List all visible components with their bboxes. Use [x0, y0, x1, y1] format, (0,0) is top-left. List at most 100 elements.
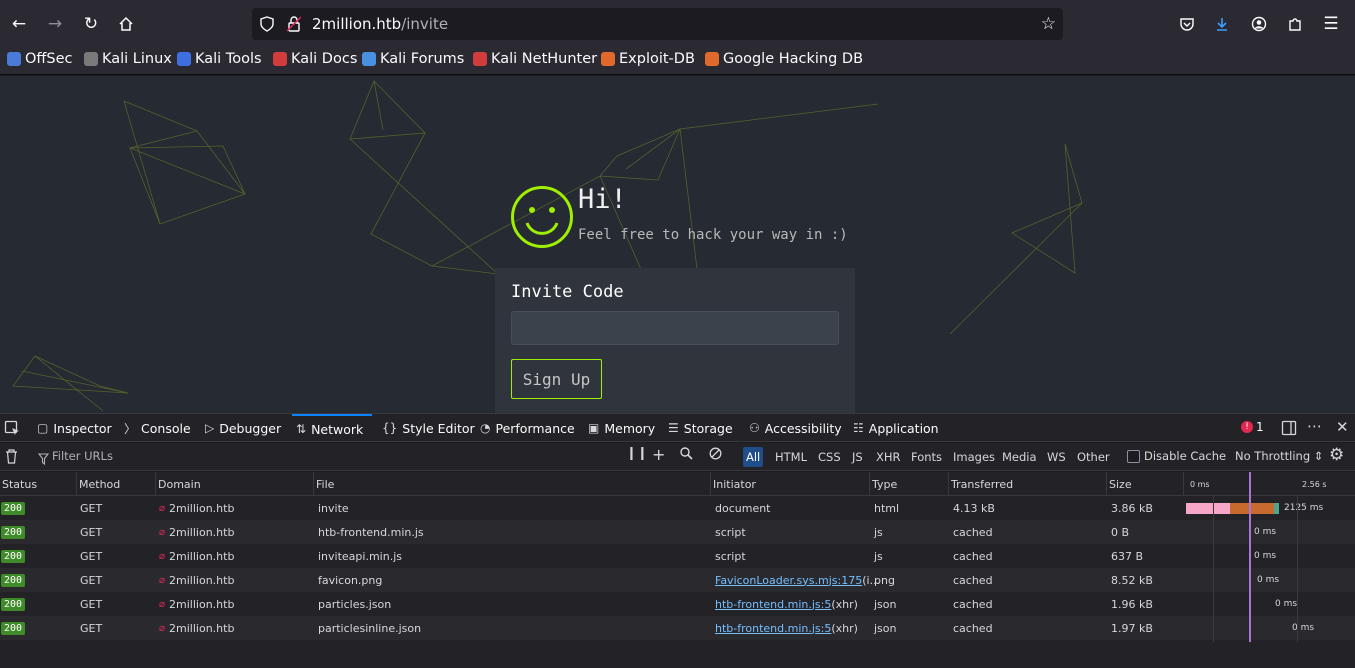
type-filter-xhr[interactable]: XHR	[873, 447, 904, 467]
column-header-method[interactable]: Method	[76, 472, 155, 496]
file-cell: particles.json	[318, 597, 392, 611]
block-icon[interactable]	[709, 447, 722, 463]
account-icon[interactable]	[1247, 12, 1271, 36]
tab-memory[interactable]: ▣ Memory	[584, 414, 660, 442]
tab-label: Memory	[604, 420, 656, 436]
tab-console[interactable]: 〉 Console	[120, 414, 195, 442]
download-icon[interactable]	[1210, 12, 1234, 36]
tab-debugger[interactable]: ▷ Debugger	[201, 414, 288, 442]
type-filter-media[interactable]: Media	[999, 447, 1040, 467]
bookmark-item[interactable]: Kali Docs	[273, 51, 357, 67]
settings-gear-icon[interactable]: ⚙	[1329, 445, 1344, 465]
kali-docs-icon	[273, 52, 287, 66]
shield-icon[interactable]	[260, 16, 274, 36]
transferred-cell: cached	[953, 549, 993, 563]
column-header-file[interactable]: File	[313, 472, 710, 496]
initiator-cell[interactable]: FaviconLoader.sys.mjs:175 (i...	[715, 568, 880, 592]
type-filter-fonts[interactable]: Fonts	[908, 447, 945, 467]
tab-storage[interactable]: ☰ Storage	[664, 414, 738, 442]
initiator-cell: script	[715, 544, 746, 568]
transferred-cell: cached	[953, 525, 993, 539]
transferred-cell: cached	[953, 621, 993, 635]
table-row[interactable]: 200 GET ⌀ 2million.htb favicon.png FaviconLoa…	[0, 568, 1355, 592]
type-filter-js[interactable]: JS	[849, 447, 866, 467]
search-icon[interactable]	[680, 447, 693, 463]
pocket-icon[interactable]	[1175, 12, 1199, 36]
kali-tools-icon	[177, 52, 191, 66]
bookmark-item[interactable]: Kali NetHunter	[473, 51, 597, 67]
type-filter-ws[interactable]: WS	[1044, 447, 1069, 467]
file-cell: htb-frontend.min.js	[318, 525, 424, 539]
tab-performance[interactable]: ◔ Performance	[476, 414, 580, 442]
trash-icon[interactable]	[5, 449, 18, 468]
throttling-select[interactable]: No Throttling ⇕	[1235, 449, 1323, 463]
insecure-lock-icon: ⌀	[159, 526, 166, 538]
column-header-type[interactable]: Type	[869, 472, 948, 496]
url-bar[interactable]: 2million.htb/invite ☆	[252, 8, 1063, 40]
bookmark-item[interactable]: Kali Tools	[177, 51, 262, 67]
tab-application[interactable]: ☷ Application	[849, 414, 941, 442]
initiator-link[interactable]: htb-frontend.min.js:5	[715, 598, 831, 611]
table-row[interactable]: 200 GET ⌀ 2million.htb htb-frontend.min.js sc…	[0, 520, 1355, 544]
home-icon[interactable]	[114, 12, 138, 36]
back-arrow-icon[interactable]: ←	[7, 12, 31, 36]
close-devtools-icon[interactable]: ✕	[1336, 418, 1349, 436]
browser-toolbar: ← → ↻ 2million.htb/invite ☆ ☰	[0, 0, 1355, 48]
waterfall-timing: 0 ms	[1254, 551, 1277, 561]
tab-label: Inspector	[53, 420, 112, 436]
invite-code-input[interactable]	[511, 311, 839, 345]
dock-icon[interactable]	[1281, 420, 1297, 440]
table-row[interactable]: 200 GET ⌀ 2million.htb particlesinline.json h…	[0, 616, 1355, 640]
bookmark-item[interactable]: Kali Linux	[84, 51, 172, 67]
column-header-size[interactable]: Size	[1106, 472, 1183, 496]
initiator-cell[interactable]: htb-frontend.min.js:5 (xhr)	[715, 616, 858, 640]
menu-icon[interactable]: ☰	[1319, 12, 1343, 36]
column-header-initiator[interactable]: Initiator	[710, 472, 869, 496]
tab-style-editor[interactable]: {} Style Editor	[378, 414, 476, 442]
reload-icon[interactable]: ↻	[79, 12, 103, 36]
type-filter-all[interactable]: All	[743, 447, 764, 467]
disable-cache-checkbox[interactable]	[1127, 450, 1140, 463]
column-header-domain[interactable]: Domain	[155, 472, 313, 496]
table-row[interactable]: 200 GET ⌀ 2million.htb inviteapi.min.js scrip…	[0, 544, 1355, 568]
domain-text: 2million.htb	[169, 549, 235, 563]
bookmark-star-icon[interactable]: ☆	[1041, 14, 1056, 34]
pause-icon[interactable]: ❙❙	[626, 446, 648, 461]
filter-urls-input[interactable]: Filter URLs	[52, 449, 113, 463]
initiator-link[interactable]: htb-frontend.min.js:5	[715, 622, 831, 635]
type-filter-css[interactable]: CSS	[815, 447, 844, 467]
bookmark-label: Kali NetHunter	[491, 51, 598, 67]
column-header-status[interactable]: Status	[0, 472, 76, 496]
bookmarks-bar: OffSec Kali Linux Kali Tools Kali Docs Kali …	[0, 48, 1355, 75]
bookmark-item[interactable]: OffSec	[7, 51, 73, 67]
column-header-transferred[interactable]: Transferred	[948, 472, 1106, 496]
tab-accessibility[interactable]: ⚇ Accessibility	[745, 414, 843, 442]
type-filter-images[interactable]: Images	[950, 447, 998, 467]
tab-network[interactable]: ⇅ Network	[292, 414, 372, 442]
lock-icon[interactable]	[286, 16, 302, 36]
table-row[interactable]: 200 GET ⌀ 2million.htb invite document html 4.1…	[0, 496, 1355, 520]
sign-up-button[interactable]: Sign Up	[511, 359, 602, 399]
add-request-icon[interactable]: +	[652, 445, 665, 464]
type-filter-html[interactable]: HTML	[772, 447, 810, 467]
network-filter-bar: Filter URLs ❙❙ + All HTML CSS JS XHR Fonts Ima…	[0, 443, 1355, 471]
error-counter[interactable]: ! 1	[1241, 420, 1264, 434]
column-header-waterfall[interactable]: 0 ms 2.56 s	[1183, 472, 1355, 496]
type-filter-other[interactable]: Other	[1074, 447, 1113, 467]
url-text[interactable]: 2million.htb/invite	[312, 15, 448, 33]
initiator-link[interactable]: FaviconLoader.sys.mjs:175	[715, 574, 862, 587]
extensions-icon[interactable]	[1283, 12, 1307, 36]
size-cell: 8.52 kB	[1111, 573, 1153, 587]
bookmark-item[interactable]: Kali Forums	[362, 51, 464, 67]
more-options-icon[interactable]: ⋯	[1307, 417, 1322, 435]
forward-arrow-icon[interactable]: →	[43, 12, 67, 36]
disable-cache-label[interactable]: Disable Cache	[1144, 449, 1226, 463]
domain-text: 2million.htb	[169, 525, 235, 539]
element-picker-icon[interactable]	[4, 420, 20, 440]
tab-inspector[interactable]: ▢ Inspector	[33, 414, 114, 442]
table-row[interactable]: 200 GET ⌀ 2million.htb particles.json htb-fro…	[0, 592, 1355, 616]
error-icon: !	[1241, 421, 1253, 433]
bookmark-item[interactable]: Google Hacking DB	[705, 51, 863, 67]
initiator-cell[interactable]: htb-frontend.min.js:5 (xhr)	[715, 592, 858, 616]
bookmark-item[interactable]: Exploit-DB	[601, 51, 695, 67]
